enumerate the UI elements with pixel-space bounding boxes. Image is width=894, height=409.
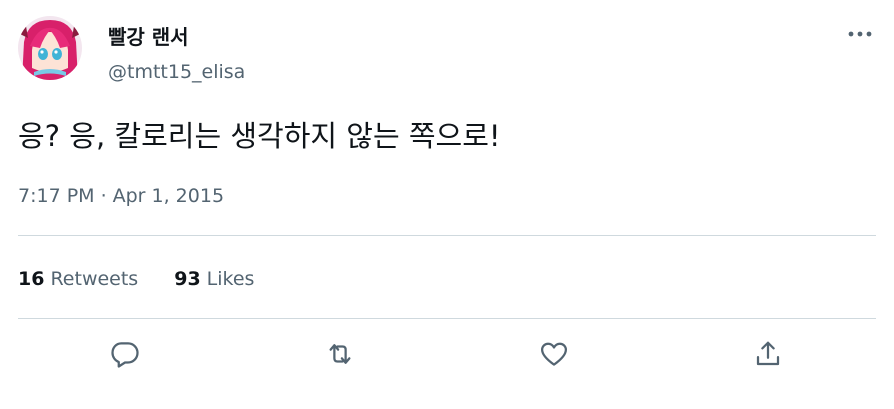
avatar-image: [18, 16, 82, 80]
divider-top: [18, 235, 876, 236]
retweets-count: 16: [18, 268, 45, 290]
tweet-text: 응? 응, 칼로리는 생각하지 않는 쪽으로!: [18, 119, 501, 153]
likes-label: Likes: [206, 268, 255, 290]
engagement-stats: 16 Retweets 93 Likes: [18, 266, 254, 292]
heart-icon: [541, 342, 567, 366]
more-dots-icon: [848, 31, 872, 37]
share-button[interactable]: [750, 336, 786, 372]
retweet-icon: [329, 344, 351, 364]
share-icon: [756, 341, 780, 366]
retweets-label: Retweets: [50, 268, 139, 290]
likes-stat[interactable]: 93 Likes: [174, 266, 254, 292]
reply-button[interactable]: [107, 336, 143, 372]
timestamp-separator: ·: [100, 185, 107, 207]
tweet-time: 7:17 PM: [18, 185, 95, 207]
more-options-button[interactable]: [840, 20, 880, 48]
likes-count: 93: [174, 268, 201, 290]
user-handle[interactable]: @tmtt15_elisa: [108, 60, 245, 84]
reply-icon: [111, 342, 139, 368]
divider-bottom: [18, 318, 876, 319]
retweets-stat[interactable]: 16 Retweets: [18, 266, 138, 292]
tweet-date: Apr 1, 2015: [112, 185, 225, 207]
avatar[interactable]: [18, 16, 82, 80]
tweet-timestamp[interactable]: 7:17 PM · Apr 1, 2015: [18, 183, 224, 209]
like-button[interactable]: [536, 336, 572, 372]
retweet-button[interactable]: [322, 336, 358, 372]
display-name[interactable]: 빨강 랜서: [108, 24, 189, 50]
